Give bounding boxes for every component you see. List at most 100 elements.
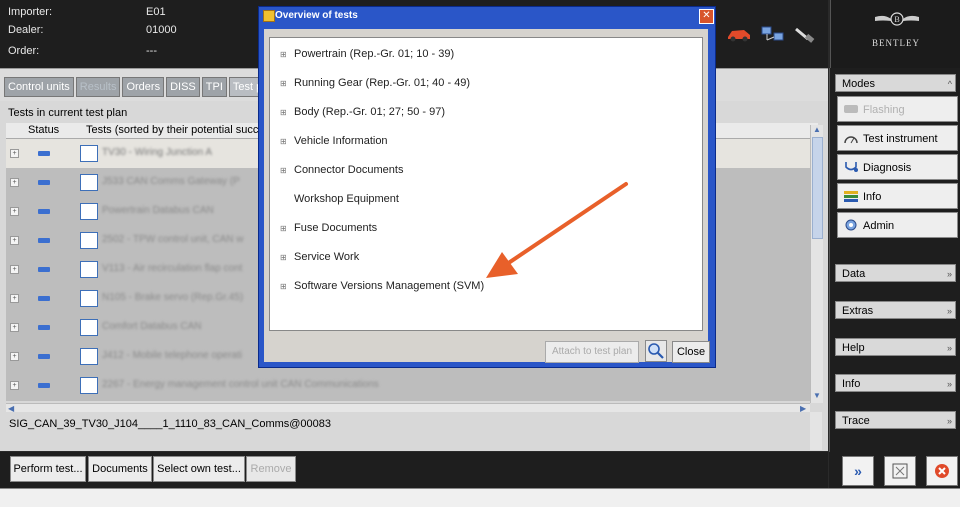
sidebar-section-help[interactable]: Help » xyxy=(835,338,956,356)
info-button[interactable]: Info xyxy=(837,183,958,209)
test-identifier: SIG_CAN_39_TV30_J104____1_1110_83_CAN_Co… xyxy=(9,418,332,430)
sidebar-section-trace[interactable]: Trace » xyxy=(835,411,956,429)
admin-label: Admin xyxy=(863,220,895,232)
status-icon xyxy=(38,296,50,301)
expand-chevron-icon: » xyxy=(946,269,952,279)
test-instrument-button[interactable]: Test instrument xyxy=(837,125,958,151)
sidebar-section-data[interactable]: Data » xyxy=(835,264,956,282)
tree-item-vehicle-information[interactable]: ⊞ Vehicle Information xyxy=(280,135,388,147)
test-info-bar: SIG_CAN_39_TV30_J104____1_1110_83_CAN_Co… xyxy=(4,412,810,450)
search-button[interactable] xyxy=(645,340,667,362)
tab-control-units[interactable]: Control units xyxy=(4,77,74,97)
dialog-title: Overview of tests xyxy=(275,10,358,21)
expand-icon[interactable]: + xyxy=(10,265,19,274)
vertical-scrollbar[interactable]: ▲ ▼ xyxy=(810,125,823,403)
table-row[interactable]: +2267 - Energy management control unit C… xyxy=(6,371,818,400)
order-value: --- xyxy=(146,45,157,57)
trace-label: Trace xyxy=(842,415,870,427)
perform-test-button[interactable]: Perform test... xyxy=(10,456,86,482)
diagnosis-button[interactable]: Diagnosis xyxy=(837,154,958,180)
tree-item-label: Software Versions Management (SVM) xyxy=(294,280,485,292)
sidebar-section-extras[interactable]: Extras » xyxy=(835,301,956,319)
documents-button[interactable]: Documents xyxy=(88,456,152,482)
vehicle-icon[interactable] xyxy=(726,25,752,43)
info-scrollbar[interactable] xyxy=(810,412,822,450)
status-icon xyxy=(38,354,50,359)
attach-to-test-plan-button[interactable]: Attach to test plan xyxy=(545,341,639,363)
document-icon xyxy=(80,377,98,394)
tab-diss[interactable]: DISS xyxy=(166,77,200,97)
tab-tpi[interactable]: TPI xyxy=(201,77,227,97)
status-icon xyxy=(38,209,50,214)
expand-icon[interactable]: ⊞ xyxy=(280,224,288,233)
document-icon xyxy=(80,319,98,336)
scroll-down-icon[interactable]: ▼ xyxy=(813,391,821,400)
expand-icon[interactable]: + xyxy=(10,294,19,303)
column-tests[interactable]: Tests (sorted by their potential succ xyxy=(86,124,258,136)
tree-item-label: Running Gear (Rep.-Gr. 01; 40 - 49) xyxy=(294,77,471,89)
tree-item-connector-documents[interactable]: ⊞ Connector Documents xyxy=(280,164,403,176)
status-icon xyxy=(38,267,50,272)
dialog-app-icon xyxy=(263,10,275,22)
close-button[interactable]: Close xyxy=(672,341,710,363)
expand-icon[interactable]: ⊞ xyxy=(280,282,288,291)
tab-results[interactable]: Results xyxy=(75,77,121,97)
network-icon[interactable] xyxy=(760,25,786,43)
document-icon xyxy=(80,145,98,162)
expand-icon[interactable]: ⊞ xyxy=(280,50,288,59)
expand-icon[interactable]: + xyxy=(10,149,19,158)
connector-icon[interactable] xyxy=(792,25,818,43)
collapse-icon: ^ xyxy=(947,79,952,89)
exit-button[interactable] xyxy=(926,456,958,486)
svg-text:B: B xyxy=(894,15,899,24)
sidebar-section-modes[interactable]: Modes ^ xyxy=(835,74,956,92)
expand-icon[interactable]: + xyxy=(10,178,19,187)
tree-item-service-work[interactable]: ⊞ Service Work xyxy=(280,251,359,263)
admin-gear-icon xyxy=(845,219,857,231)
tree-item-body[interactable]: ⊞ Body (Rep.-Gr. 01; 27; 50 - 97) xyxy=(280,106,445,118)
expand-icon[interactable]: + xyxy=(10,352,19,361)
tree-item-running-gear[interactable]: ⊞ Running Gear (Rep.-Gr. 01; 40 - 49) xyxy=(280,77,470,89)
importer-value: E01 xyxy=(146,6,166,18)
tree-item-fuse-documents[interactable]: ⊞ Fuse Documents xyxy=(280,222,377,234)
document-icon xyxy=(80,174,98,191)
svg-text:»: » xyxy=(854,463,862,479)
document-icon xyxy=(80,348,98,365)
tree-item-label: Fuse Documents xyxy=(294,222,378,234)
books-icon xyxy=(844,191,858,202)
dialog-close-icon[interactable]: ✕ xyxy=(699,9,714,24)
select-own-test-button[interactable]: Select own test... xyxy=(153,456,245,482)
flashing-button[interactable]: Flashing xyxy=(837,96,958,122)
expand-chevron-icon: » xyxy=(946,343,952,353)
expand-icon[interactable]: + xyxy=(10,323,19,332)
panel-title: Tests in current test plan xyxy=(8,107,128,119)
frame-icon xyxy=(892,463,908,479)
expand-icon[interactable]: ⊞ xyxy=(280,253,288,262)
expand-icon[interactable]: ⊞ xyxy=(280,108,288,117)
column-status[interactable]: Status xyxy=(28,124,59,136)
remove-button[interactable]: Remove xyxy=(246,456,296,482)
expand-icon[interactable]: ⊞ xyxy=(280,79,288,88)
screenshot-button[interactable] xyxy=(884,456,916,486)
test-instrument-label: Test instrument xyxy=(863,133,938,145)
scroll-up-icon[interactable]: ▲ xyxy=(813,125,821,134)
tree-item-powertrain[interactable]: ⊞ Powertrain (Rep.-Gr. 01; 10 - 39) xyxy=(280,48,454,60)
admin-button[interactable]: Admin xyxy=(837,212,958,238)
expand-icon[interactable]: ⊞ xyxy=(280,166,288,175)
scroll-thumb[interactable] xyxy=(812,137,823,239)
document-icon xyxy=(80,203,98,220)
sidebar-section-info[interactable]: Info » xyxy=(835,374,956,392)
tree-item-label: Service Work xyxy=(294,251,360,263)
expand-icon[interactable]: ⊞ xyxy=(280,137,288,146)
tab-orders[interactable]: Orders xyxy=(122,77,165,97)
sidebar: Modes ^ Flashing Test instrument Diagnosi… xyxy=(829,68,960,452)
forward-button[interactable]: » xyxy=(842,456,874,486)
tree-item-software-versions-management[interactable]: ⊞ Software Versions Management (SVM) xyxy=(280,280,484,292)
status-icon xyxy=(38,151,50,156)
expand-icon[interactable]: + xyxy=(10,207,19,216)
tree-item-workshop-equipment[interactable]: Workshop Equipment xyxy=(280,193,399,205)
expand-icon[interactable]: + xyxy=(10,381,19,390)
double-arrow-icon: » xyxy=(854,463,862,479)
expand-icon[interactable]: + xyxy=(10,236,19,245)
expand-chevron-icon: » xyxy=(946,306,952,316)
